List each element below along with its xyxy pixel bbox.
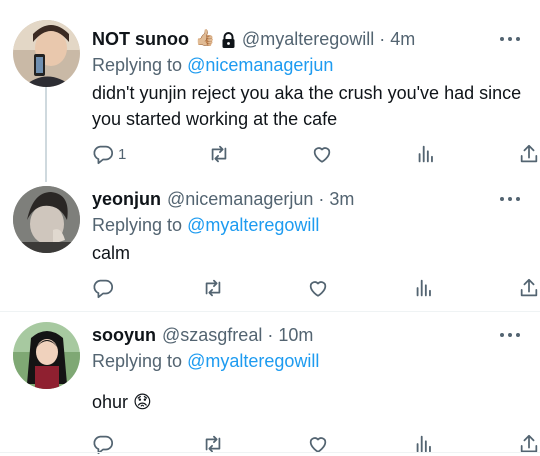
tweet-1[interactable]: NOT sunoo 👍🏼 @myalteregowill · 4m Replyi… [0,0,540,180]
tweet-emoji: 😟 [133,392,152,412]
reply-icon [92,277,114,299]
replying-to-label: Replying to [92,55,183,75]
replying-to-line: Replying to @myalteregowill [92,213,528,237]
share-button[interactable] [518,277,540,299]
more-options-button[interactable] [500,330,520,340]
user-handle[interactable]: @szasgfreal [162,324,262,346]
reply-button[interactable]: 1 [92,143,126,165]
views-button[interactable] [413,277,435,299]
replying-to-label: Replying to [92,215,183,235]
action-bar: 1 [92,142,540,166]
retweet-button[interactable] [208,143,230,165]
analytics-icon [415,143,437,165]
retweet-button[interactable] [202,277,224,299]
retweet-icon [208,143,230,165]
replying-to-mention[interactable]: @nicemanagerjun [187,55,333,75]
share-icon [518,143,540,165]
retweet-icon [202,277,224,299]
tweet-2[interactable]: yeonjun @nicemanagerjun · 3m Replying to… [0,180,540,310]
timestamp[interactable]: 3m [329,188,354,210]
name-emoji: 👍🏼 [195,30,215,47]
replying-to-mention[interactable]: @myalteregowill [187,351,319,371]
tweet-divider [0,452,540,453]
separator-dot: · [267,325,274,345]
reply-button[interactable] [92,277,118,299]
action-bar [92,276,540,300]
share-icon [518,277,540,299]
timestamp[interactable]: 4m [390,28,415,50]
heart-icon [307,277,329,299]
separator-dot: · [318,189,325,209]
user-handle[interactable]: @nicemanagerjun [167,188,313,210]
replying-to-line: Replying to @myalteregowill [92,349,528,373]
more-icon [500,197,504,201]
replying-to-line: Replying to @nicemanagerjun [92,53,528,77]
display-name[interactable]: NOT sunoo [92,28,189,50]
timestamp[interactable]: 10m [278,324,313,346]
avatar[interactable] [13,186,80,253]
heart-icon [311,143,333,165]
tweet-text: didn't yunjin reject you aka the crush y… [92,83,522,129]
user-handle[interactable]: @myalteregowill [242,28,374,50]
share-button[interactable] [518,143,540,165]
more-options-button[interactable] [500,34,520,44]
separator-dot: · [379,29,386,49]
views-button[interactable] [415,143,437,165]
replying-to-mention[interactable]: @myalteregowill [187,215,319,235]
tweet-text: calm [92,243,131,263]
tweet-3[interactable]: sooyun @szasgfreal · 10m Replying to @my… [0,312,540,455]
reply-icon [92,143,114,165]
lock-icon [221,31,236,48]
avatar[interactable] [13,20,80,87]
display-name[interactable]: sooyun [92,324,156,346]
reply-count: 1 [118,145,127,163]
more-icon [500,37,504,41]
tweet-text-row: ohur 😟 [92,389,528,415]
avatar[interactable] [13,322,80,389]
like-button[interactable] [311,143,333,165]
replying-to-label: Replying to [92,351,183,371]
like-button[interactable] [307,277,329,299]
tweet-text: ohur [92,392,129,412]
display-name[interactable]: yeonjun [92,188,161,210]
analytics-icon [413,277,435,299]
more-icon [500,333,504,337]
more-options-button[interactable] [500,194,520,204]
